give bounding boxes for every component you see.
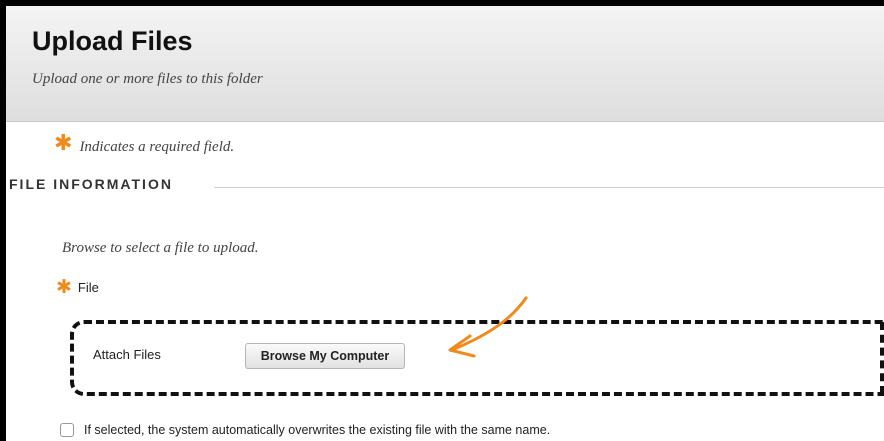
section-heading: FILE INFORMATION: [9, 176, 173, 192]
attach-highlight-box-edge: [878, 322, 884, 394]
overwrite-option: If selected, the system automatically ov…: [60, 423, 550, 437]
attach-files-label: Attach Files: [93, 347, 161, 362]
page-subtitle: Upload one or more files to this folder: [32, 71, 263, 87]
section-divider: [214, 187, 884, 188]
browse-my-computer-button[interactable]: Browse My Computer: [245, 343, 405, 369]
browse-hint: Browse to select a file to upload.: [62, 240, 259, 256]
annotation-arrow-icon: [448, 296, 528, 358]
file-label: File: [77, 280, 99, 295]
page-title: Upload Files: [32, 26, 193, 56]
file-field-label: ✱ File: [56, 278, 99, 297]
required-field-note: ✱ Indicates a required field.: [54, 133, 234, 161]
required-star-icon: ✱: [56, 276, 72, 298]
page-header: Upload Files Upload one or more files to…: [6, 6, 884, 122]
overwrite-checkbox[interactable]: [60, 423, 74, 437]
required-star-icon: ✱: [54, 131, 73, 156]
overwrite-text: If selected, the system automatically ov…: [84, 423, 551, 437]
required-field-text: Indicates a required field.: [79, 138, 235, 155]
